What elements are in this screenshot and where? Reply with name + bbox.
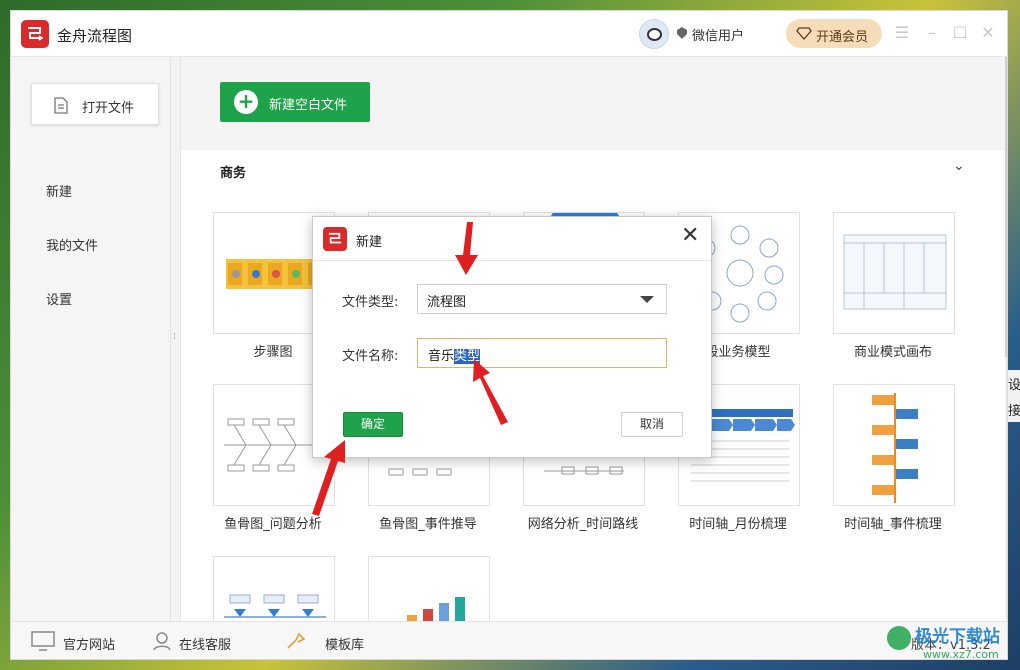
official-website-link[interactable]: 官方网站	[63, 634, 115, 653]
splitter-handle[interactable]: ⁞	[171, 57, 181, 621]
divider	[313, 260, 711, 261]
file-name-text: 音乐	[428, 349, 455, 364]
background-window-peek: 设 接	[1008, 370, 1020, 422]
dropdown-arrow-icon	[640, 296, 654, 303]
template-tile[interactable]	[833, 212, 955, 334]
title-bar: 金舟流程图 微信用户 开通会员 ☰ – ☐ ✕	[11, 11, 1007, 57]
menu-icon[interactable]: ☰	[893, 24, 911, 42]
sidebar: 打开文件 新建 我的文件 设置	[11, 57, 171, 621]
vip-label: 开通会员	[816, 30, 869, 45]
minimize-icon[interactable]: –	[923, 24, 941, 42]
close-icon[interactable]: ✕	[681, 225, 699, 247]
maximize-icon[interactable]: ☐	[951, 24, 969, 42]
file-name-input[interactable]: 音乐类型	[417, 338, 667, 368]
template-label: 时间轴_月份梳理	[689, 517, 787, 532]
template-library-link[interactable]: 模板库	[325, 634, 364, 653]
user-badge-icon	[677, 27, 687, 39]
template-tile[interactable]	[833, 384, 955, 506]
close-icon[interactable]: ✕	[979, 24, 997, 42]
sidebar-item-my-files[interactable]: 我的文件	[46, 235, 98, 254]
file-name-label: 文件名称:	[342, 349, 399, 364]
file-type-value: 流程图	[427, 295, 467, 310]
diamond-icon	[796, 27, 812, 40]
file-type-label: 文件类型:	[342, 295, 399, 310]
user-name[interactable]: 微信用户	[692, 25, 744, 44]
online-support-link[interactable]: 在线客服	[179, 634, 231, 653]
plus-icon: +	[234, 90, 258, 114]
new-blank-file-button[interactable]: + 新建空白文件	[220, 82, 370, 122]
document-icon	[54, 97, 68, 114]
sidebar-item-new[interactable]: 新建	[46, 181, 72, 200]
new-blank-label: 新建空白文件	[269, 98, 348, 113]
monitor-icon	[31, 631, 55, 651]
support-icon	[153, 632, 171, 651]
scrollbar[interactable]	[1005, 57, 1007, 621]
new-file-dialog: 新建 ✕ 文件类型: 流程图 文件名称: 音乐类型 确定 取消	[312, 216, 712, 458]
confirm-button[interactable]: 确定	[343, 412, 403, 437]
open-file-button[interactable]: 打开文件	[31, 83, 159, 125]
template-label: 鱼骨图_事件推导	[379, 517, 477, 532]
svg-text:极光下载站: 极光下载站	[915, 626, 1000, 647]
watermark-logo: 极光下载站 www.xz7.com	[887, 626, 1000, 661]
template-library-icon	[287, 632, 306, 649]
cancel-button[interactable]: 取消	[621, 412, 683, 437]
template-label: 时间轴_事件梳理	[844, 517, 942, 532]
file-type-select[interactable]: 流程图	[417, 284, 667, 314]
template-tile[interactable]	[368, 556, 490, 621]
sidebar-item-settings[interactable]: 设置	[46, 289, 72, 308]
bottom-bar: 官方网站 在线客服 模板库 版本：v1.3.2	[11, 621, 1007, 659]
svg-text:www.xz7.com: www.xz7.com	[923, 648, 999, 661]
vip-button[interactable]: 开通会员	[786, 19, 882, 48]
section-title: 商务	[220, 166, 247, 181]
template-label: 网络分析_时间路线	[527, 517, 639, 532]
template-label: 商业模式画布	[853, 345, 932, 360]
app-logo-icon	[323, 227, 347, 251]
user-avatar[interactable]	[639, 19, 669, 49]
chevron-down-icon[interactable]: ⌄	[953, 158, 965, 174]
file-name-selection: 类型	[454, 349, 481, 364]
template-label: 鱼骨图_问题分析	[224, 517, 322, 532]
app-title: 金舟流程图	[57, 27, 133, 45]
dialog-title: 新建	[356, 235, 383, 250]
template-tile[interactable]	[213, 556, 335, 621]
open-file-label: 打开文件	[82, 101, 135, 116]
app-logo-icon	[21, 20, 49, 48]
